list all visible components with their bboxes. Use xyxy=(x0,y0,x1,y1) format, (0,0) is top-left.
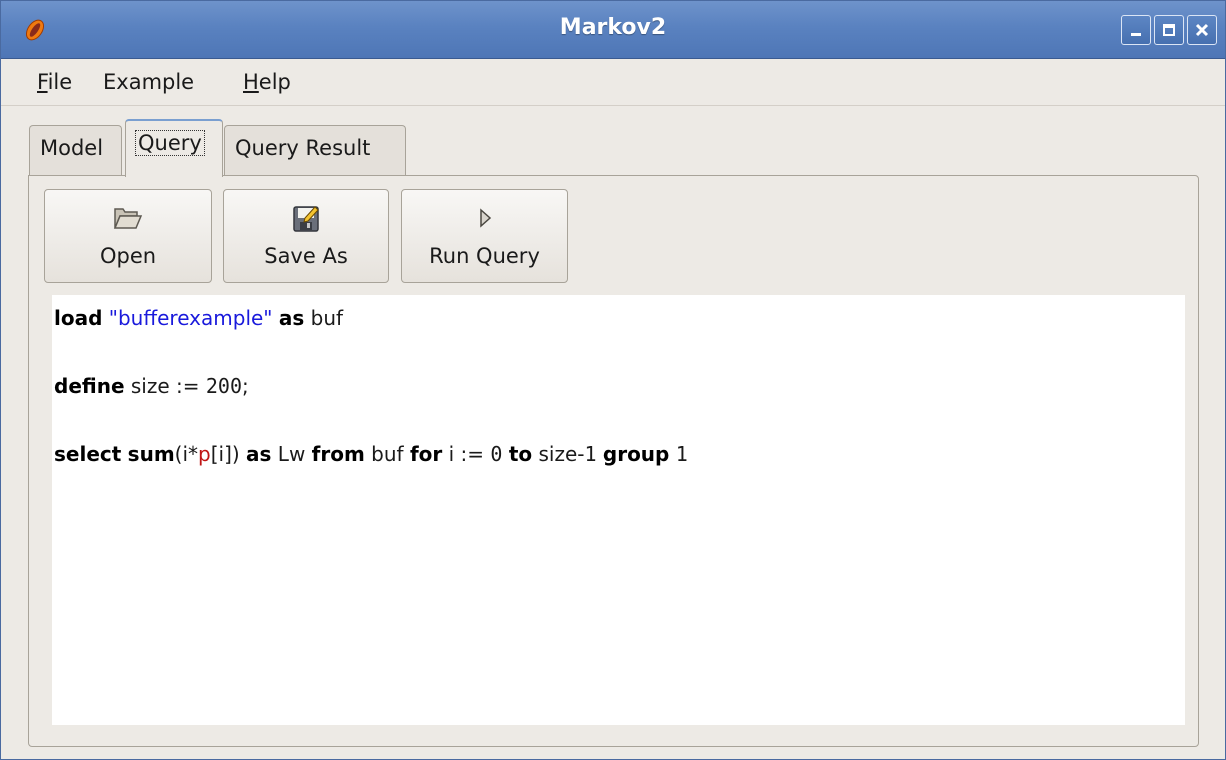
editor-token-kw: to xyxy=(508,442,533,466)
editor-token-num: 1 xyxy=(675,442,688,466)
save-as-button-label: Save As xyxy=(264,244,348,268)
editor-token-kw: sum xyxy=(127,442,175,466)
editor-token-kw: as xyxy=(246,442,272,466)
editor-token-plain: buf xyxy=(304,306,344,330)
run-query-button[interactable]: Run Query xyxy=(401,189,568,283)
editor-token-plain: [i]) xyxy=(210,442,247,466)
query-panel: Open Save As Run Query load "bufferexamp… xyxy=(28,175,1199,747)
folder-open-icon xyxy=(113,208,143,229)
editor-token-kw: load xyxy=(54,306,103,330)
open-button[interactable]: Open xyxy=(44,189,212,283)
editor-token-kw: for xyxy=(409,442,443,466)
editor-token-kw: as xyxy=(278,306,305,330)
editor-token-num: 1 xyxy=(584,442,597,466)
editor-line: define size := 200; xyxy=(54,369,1185,403)
maximize-icon[interactable] xyxy=(1154,15,1184,45)
floppy-save-icon xyxy=(293,206,319,232)
tab-model-label: Model xyxy=(40,136,104,160)
tab-query[interactable]: Query xyxy=(125,119,223,177)
menu-example[interactable]: Example xyxy=(103,70,194,94)
editor-blank-line xyxy=(54,403,1185,437)
run-query-button-label: Run Query xyxy=(429,244,540,268)
menu-help-rest: elp xyxy=(258,70,291,94)
open-button-label: Open xyxy=(99,244,157,268)
editor-token-plain: buf xyxy=(364,442,410,466)
main-window: Markov2 File Example Help Model Query Qu… xyxy=(0,0,1226,760)
save-as-button[interactable]: Save As xyxy=(223,189,389,283)
minimize-icon[interactable] xyxy=(1121,15,1151,45)
editor-token-plain: ; xyxy=(242,374,249,398)
editor-token-plain: size- xyxy=(532,442,585,466)
editor-token-kw: define xyxy=(54,374,125,398)
editor-token-kw: from xyxy=(311,442,365,466)
editor-token-plain: i := xyxy=(442,442,491,466)
editor-token-num: 200 xyxy=(205,374,242,398)
editor-token-plain: size := xyxy=(124,374,206,398)
tab-query-result-label: Query Result xyxy=(235,136,371,160)
editor-token-var: p xyxy=(198,442,211,466)
window-controls xyxy=(1118,15,1217,45)
editor-line: load "bufferexample" as buf xyxy=(54,301,1185,335)
window-title: Markov2 xyxy=(559,15,667,40)
query-editor[interactable]: load "bufferexample" as buf define size :… xyxy=(52,295,1185,725)
menu-file-rest: ile xyxy=(47,70,73,94)
menu-help[interactable]: Help xyxy=(243,70,291,94)
editor-token-kw: group xyxy=(602,442,670,466)
menu-file-mnemonic: F xyxy=(37,70,48,94)
menu-file[interactable]: File xyxy=(37,70,72,94)
tab-model[interactable]: Model xyxy=(29,125,122,177)
tab-query-result[interactable]: Query Result xyxy=(224,125,406,177)
editor-blank-line xyxy=(54,335,1185,369)
editor-token-plain: (i* xyxy=(174,442,199,466)
tab-query-label: Query xyxy=(135,130,205,156)
editor-token-plain: Lw xyxy=(271,442,312,466)
editor-token-kw: select xyxy=(54,442,122,466)
editor-token-num: 0 xyxy=(490,442,503,466)
menu-bar: File Example Help xyxy=(1,60,1225,106)
close-icon[interactable] xyxy=(1187,15,1217,45)
title-bar[interactable]: Markov2 xyxy=(1,1,1225,59)
editor-line: select sum(i*p[i]) as Lw from buf for i … xyxy=(54,437,1185,471)
editor-token-str: "bufferexample" xyxy=(108,306,273,330)
play-icon xyxy=(479,208,491,228)
menu-help-mnemonic: H xyxy=(243,70,259,94)
